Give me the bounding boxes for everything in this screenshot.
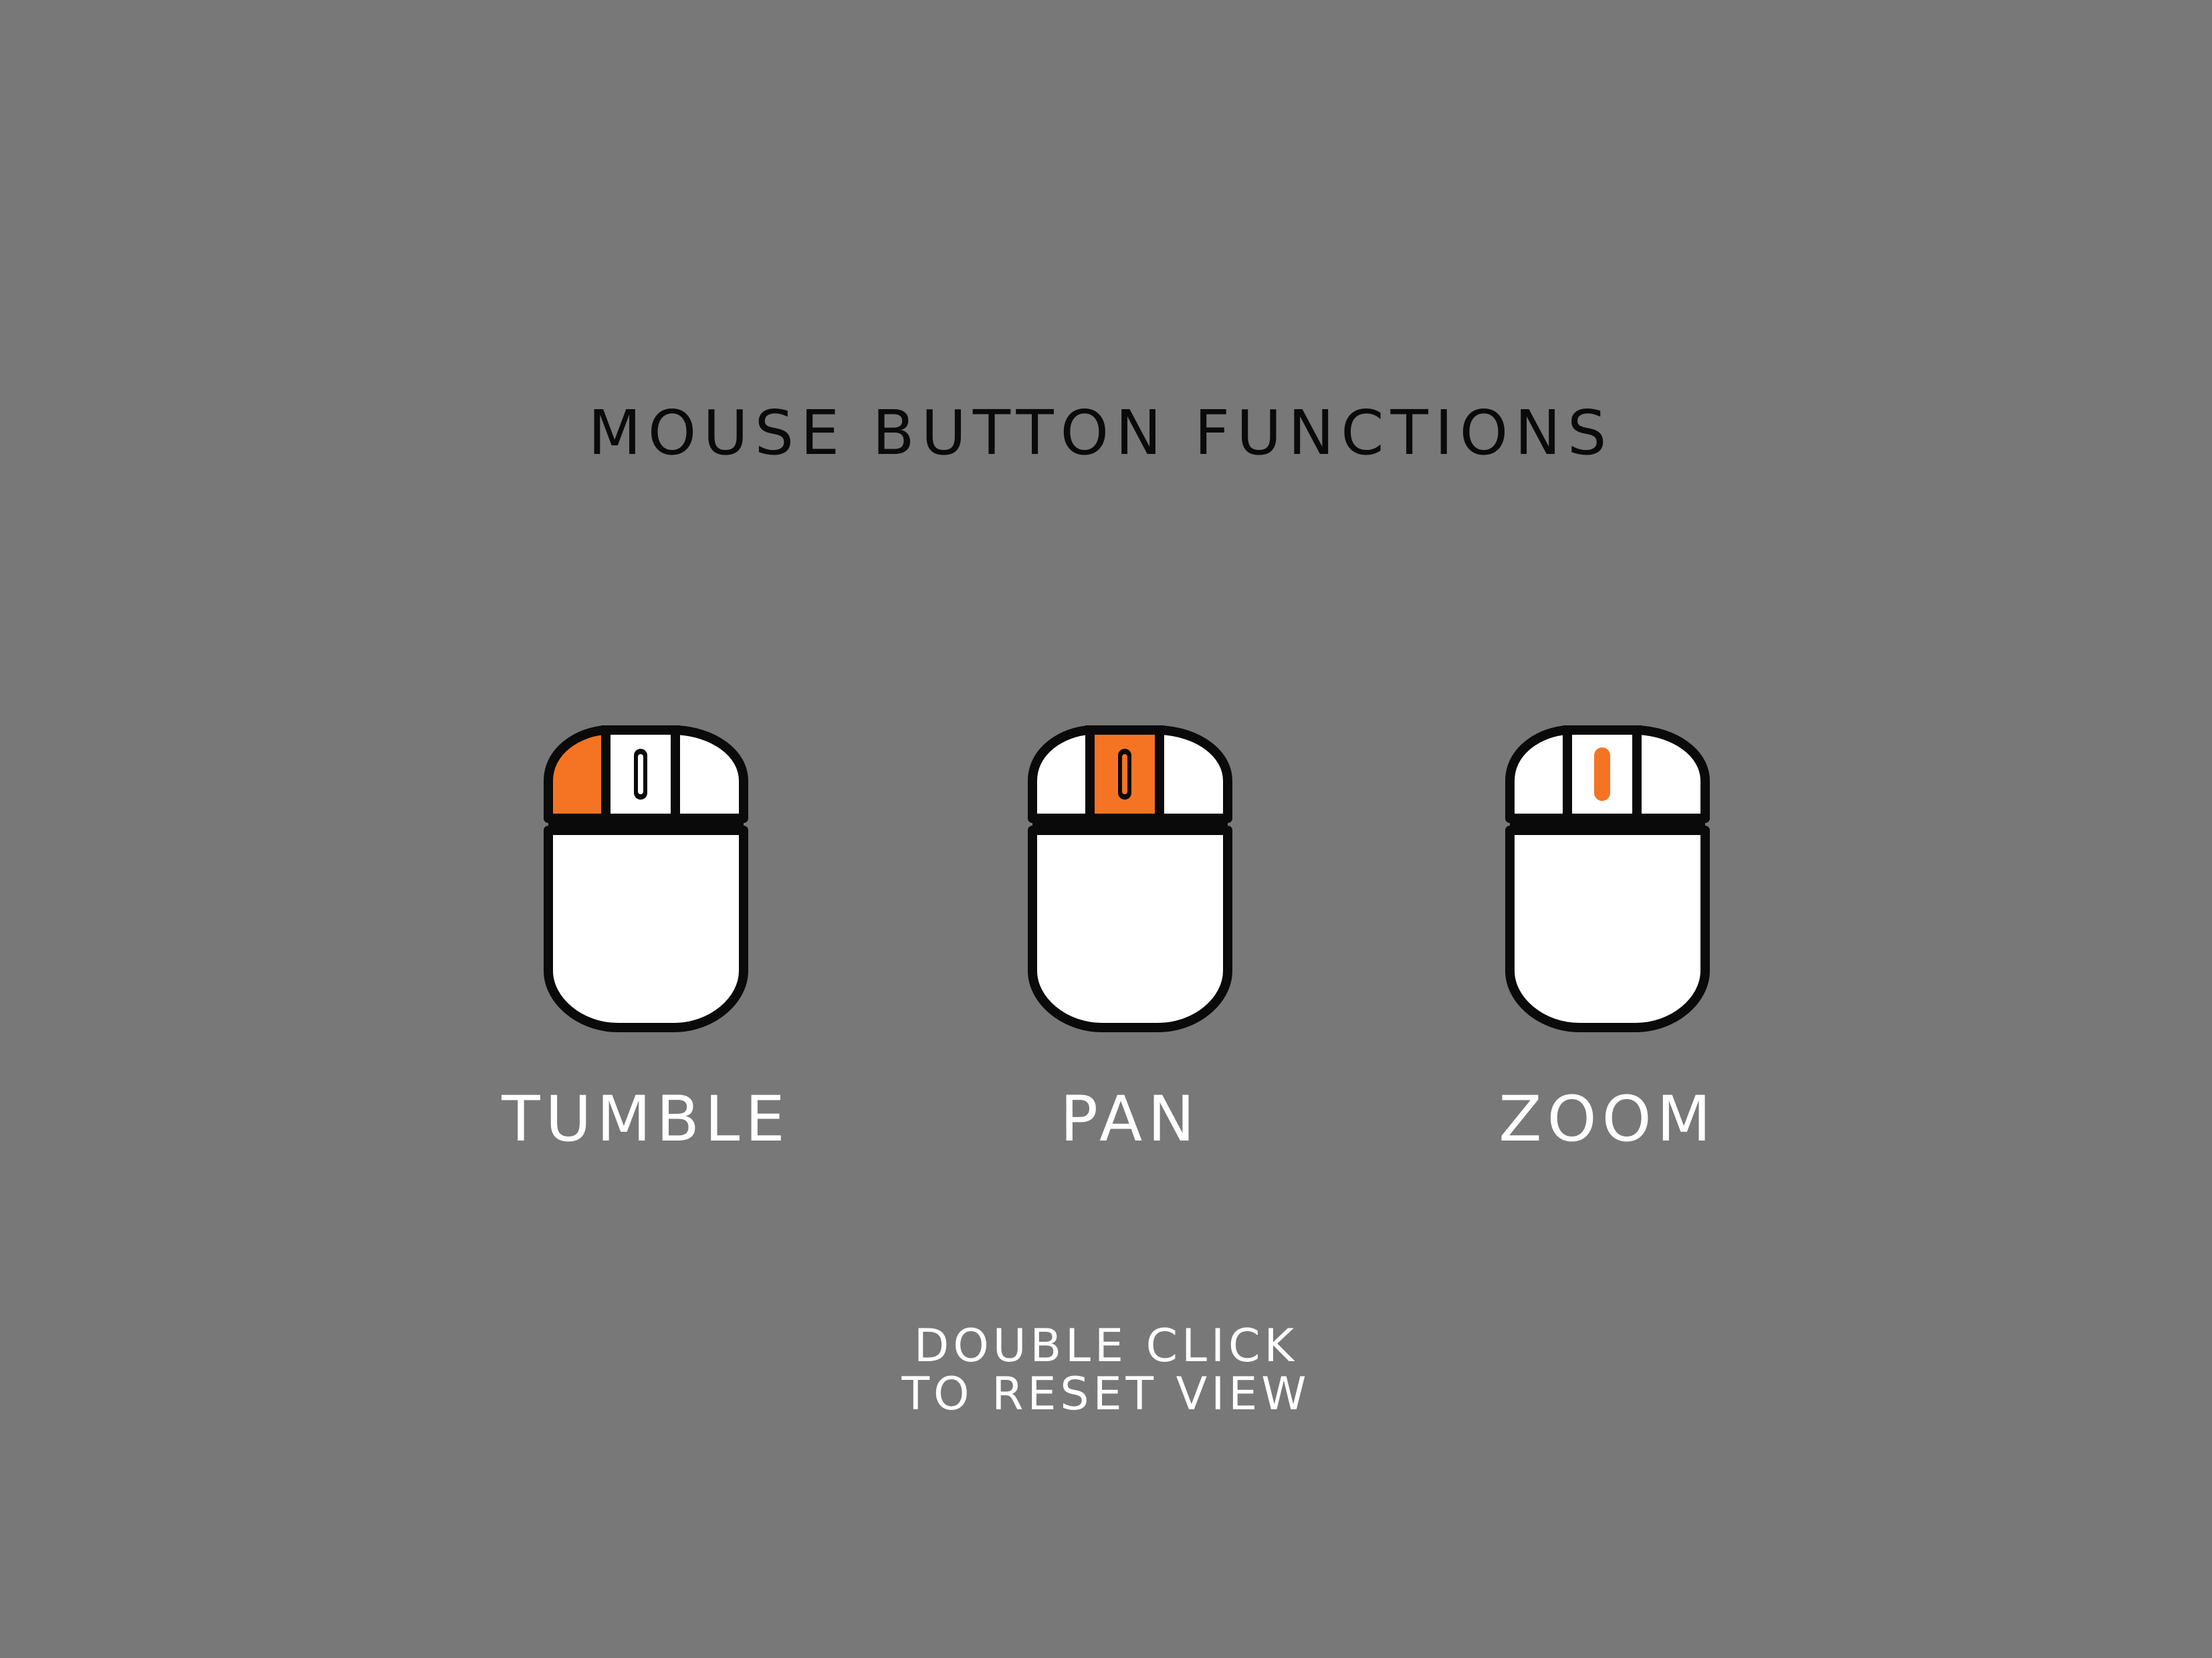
mouse-scroll-wheel-icon: [1505, 725, 1710, 1032]
mouse-left-button-icon: [544, 725, 748, 1032]
pan-label: PAN: [1060, 1083, 1200, 1156]
pan-mouse-item: PAN: [970, 723, 1291, 1157]
page-title: MOUSE BUTTON FUNCTIONS: [588, 397, 1614, 469]
tumble-label: TUMBLE: [502, 1083, 790, 1156]
zoom-label: ZOOM: [1499, 1083, 1717, 1156]
hint-line-2: TO RESET VIEW: [901, 1368, 1311, 1421]
reset-view-hint: DOUBLE CLICK TO RESET VIEW: [0, 1322, 2212, 1419]
hint-line-1: DOUBLE CLICK: [913, 1320, 1299, 1373]
zoom-mouse-item: ZOOM: [1447, 723, 1768, 1157]
tumble-mouse-item: TUMBLE: [485, 723, 806, 1157]
mouse-middle-button-icon: [1028, 725, 1232, 1032]
